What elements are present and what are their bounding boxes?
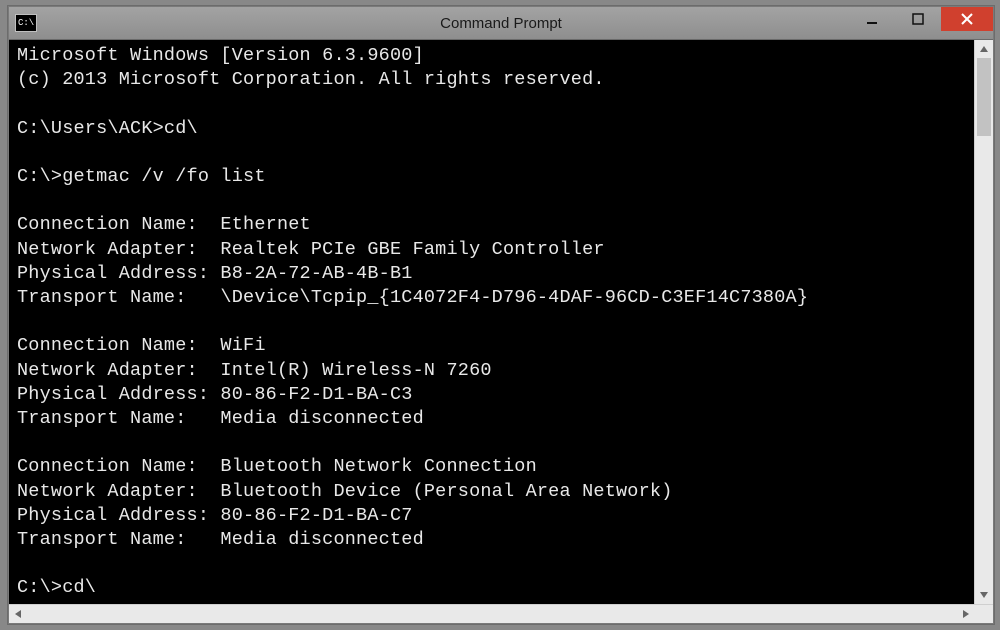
close-icon <box>960 12 974 26</box>
terminal-output[interactable]: Microsoft Windows [Version 6.3.9600] (c)… <box>9 40 974 604</box>
titlebar[interactable]: C:\ Command Prompt <box>9 7 993 40</box>
scroll-down-arrow-icon[interactable] <box>975 586 993 604</box>
close-button[interactable] <box>941 7 993 31</box>
minimize-icon <box>866 13 878 25</box>
vertical-scroll-track[interactable] <box>975 58 993 586</box>
scroll-up-arrow-icon[interactable] <box>975 40 993 58</box>
scrollbar-corner <box>975 605 993 623</box>
horizontal-scrollbar[interactable] <box>9 604 993 623</box>
window-body: Microsoft Windows [Version 6.3.9600] (c)… <box>9 40 993 604</box>
vertical-scroll-thumb[interactable] <box>977 58 991 136</box>
horizontal-scroll-track[interactable] <box>27 605 957 623</box>
system-menu-icon-text: C:\ <box>18 19 34 28</box>
window-buttons <box>849 7 993 39</box>
scroll-left-arrow-icon[interactable] <box>9 605 27 623</box>
command-prompt-window: C:\ Command Prompt Microsoft W <box>8 6 994 624</box>
vertical-scrollbar[interactable] <box>974 40 993 604</box>
minimize-button[interactable] <box>849 7 895 31</box>
window-title: Command Prompt <box>9 15 993 32</box>
maximize-button[interactable] <box>895 7 941 31</box>
maximize-icon <box>912 13 924 25</box>
scroll-right-arrow-icon[interactable] <box>957 605 975 623</box>
system-menu-icon[interactable]: C:\ <box>15 14 37 32</box>
